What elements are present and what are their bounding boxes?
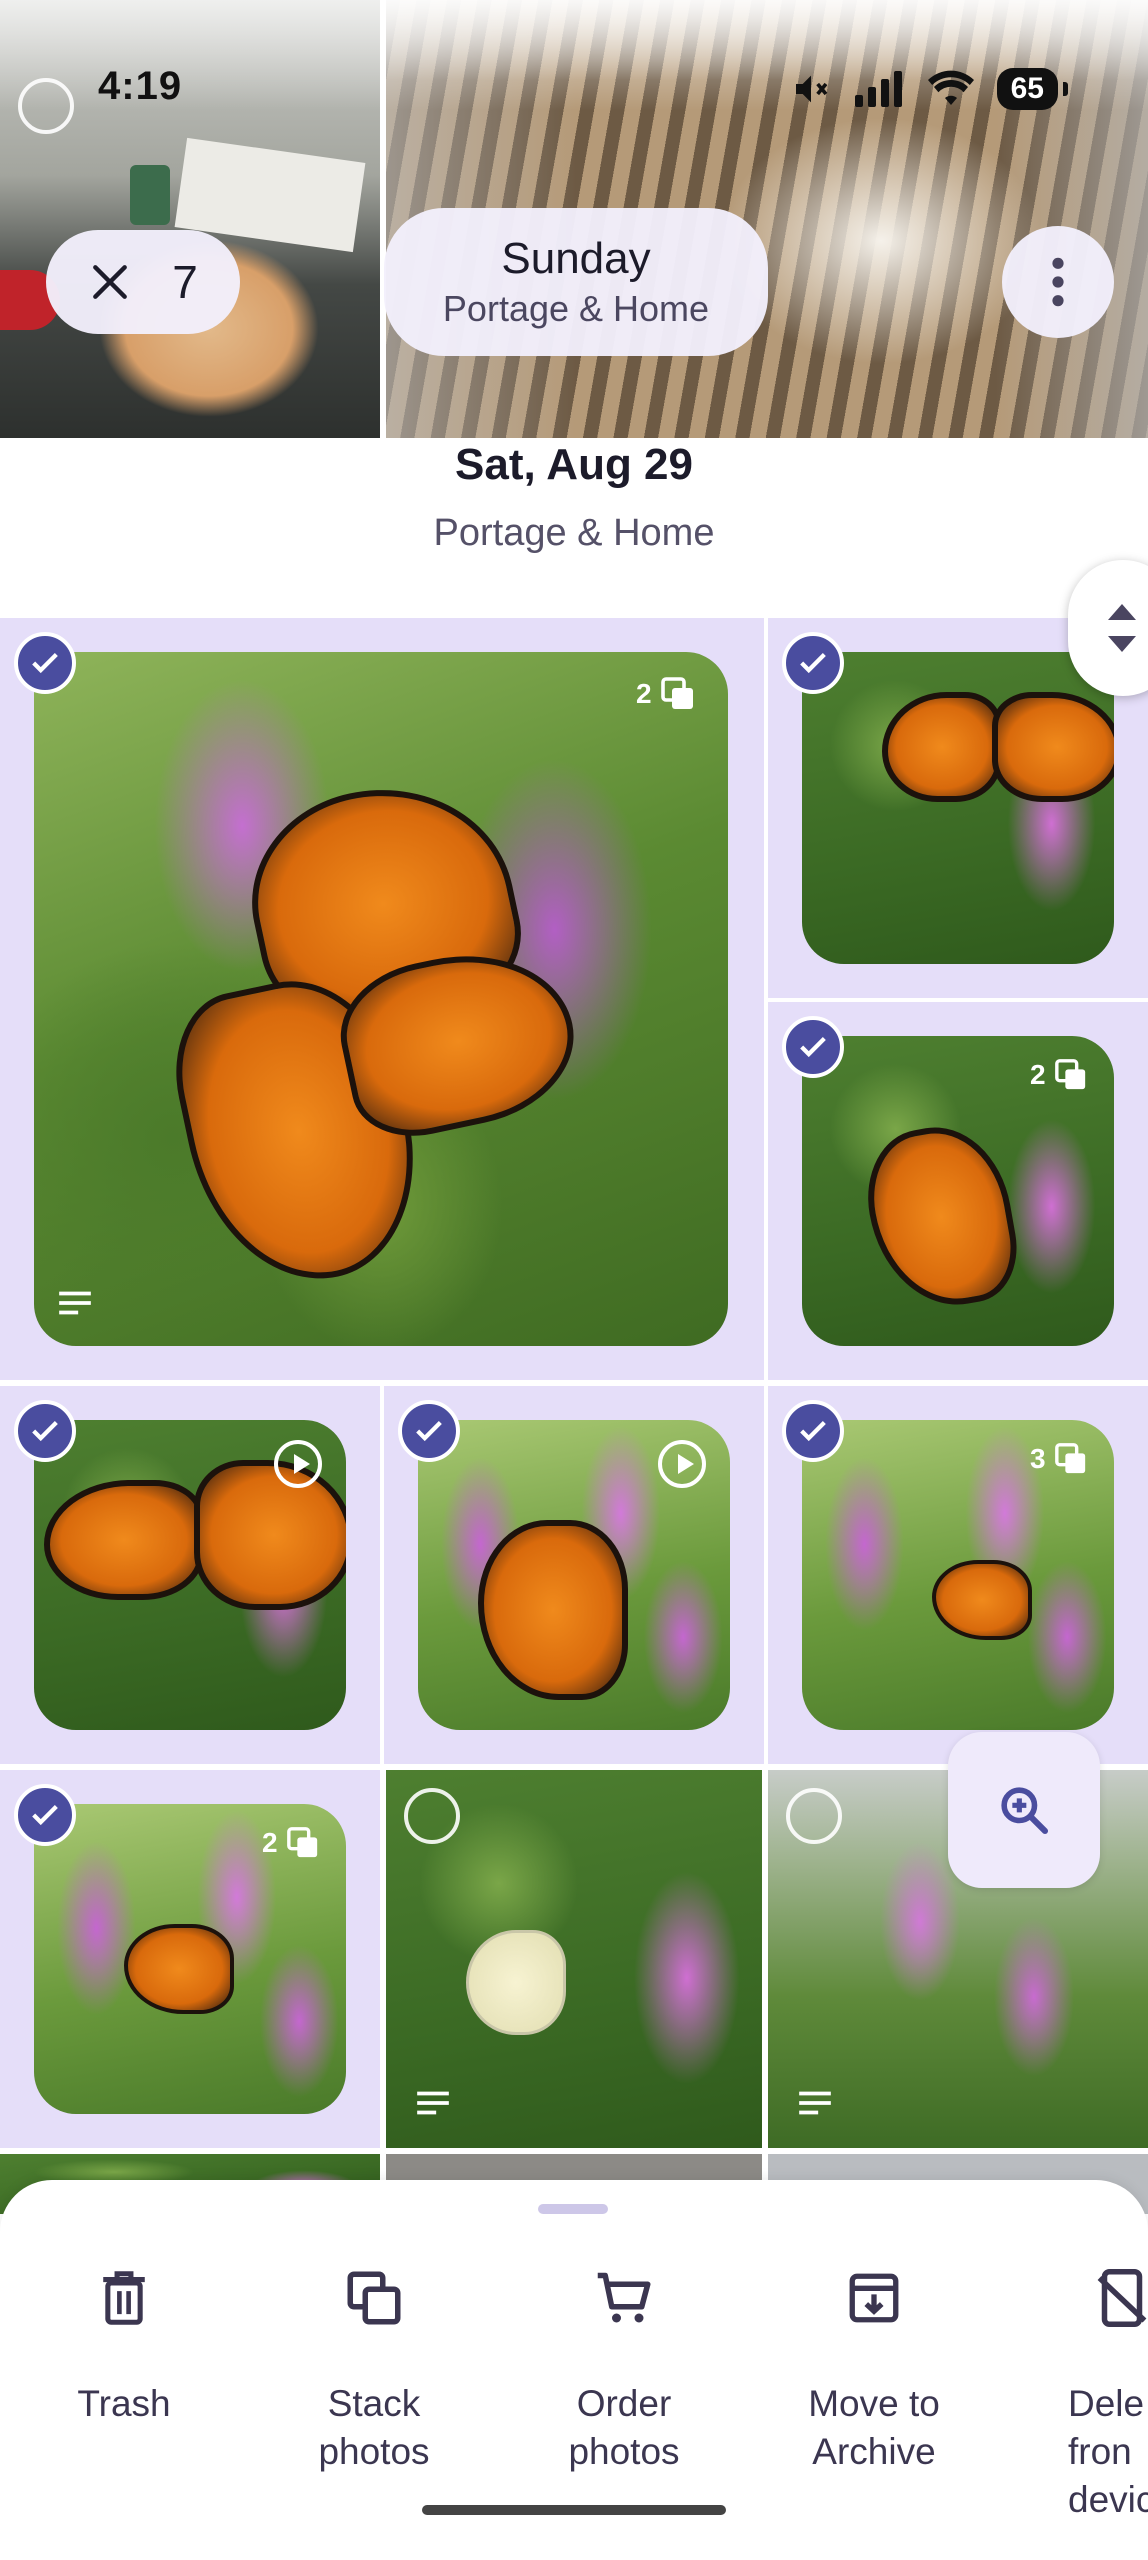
date-location: Portage & Home [433,512,715,554]
description-lines-icon [59,1291,91,1315]
more-options-button[interactable] [1002,226,1114,338]
check-icon [32,1804,58,1826]
battery-icon: 65 [996,68,1069,110]
motion-photo-icon [658,1440,706,1488]
selected-check[interactable] [14,632,76,694]
description-lines-icon [799,2091,831,2115]
photo-cell-row3-1[interactable] [0,1386,380,1764]
archive-label-2: Archive [812,2431,936,2472]
trash-icon [103,2271,145,2325]
signal-icon [854,71,902,107]
status-time: 4:19 [98,64,183,108]
day-title: Sunday [501,234,651,283]
photo-cell-row4-2[interactable] [386,1770,762,2148]
action-sheet: Trash Stack photos Order photos Move to … [0,2180,1148,2560]
check-icon [32,1420,58,1442]
wifi-icon [927,70,974,105]
photo-cell-row3-2[interactable] [384,1386,764,1764]
selected-check[interactable] [782,632,844,694]
trash-label: Trash [77,2383,171,2424]
stack-photos-action[interactable]: Stack photos [274,2260,474,2476]
select-circle[interactable] [786,1788,842,1844]
stack-icon [286,1827,317,1858]
status-icons: 65 [791,68,1069,110]
photo-monarch-large[interactable] [34,652,728,1346]
selected-count: 7 [172,256,198,308]
more-vert-icon [1052,257,1064,307]
order-label-1: Order [576,2383,672,2424]
order-photos-action[interactable]: Order photos [524,2260,724,2476]
scroll-arrows-icon [1108,604,1136,652]
delete-label-3: devic [1068,2479,1148,2520]
zoom-in-icon [1001,1787,1049,1835]
stack-badge: 2 [262,1826,320,1860]
archive-icon [849,2273,899,2323]
selected-check[interactable] [14,1784,76,1846]
photo-cell-r2[interactable]: 2 [768,1002,1148,1380]
delete-label-2: fron [1068,2431,1132,2472]
check-icon [800,652,826,674]
check-icon [800,1420,826,1442]
selected-check[interactable] [14,1400,76,1462]
cart-icon [597,2272,651,2323]
selected-check[interactable] [782,1016,844,1078]
stack-icon [1054,1443,1085,1474]
close-icon[interactable] [88,260,132,304]
zoom-button[interactable] [948,1732,1100,1888]
date-scrubber-pill[interactable]: Sunday Portage & Home [384,208,768,356]
mute-icon [795,75,828,103]
home-indicator[interactable] [422,2505,726,2515]
selection-pill[interactable]: 7 [46,230,240,334]
date-section-header: Sat, Aug 29 Portage & Home [0,440,1148,555]
date-title: Sat, Aug 29 [455,440,693,489]
fast-scroll-handle[interactable] [1068,560,1148,696]
check-icon [800,1036,826,1058]
day-subtitle: Portage & Home [442,288,710,329]
description-lines-icon [417,2091,449,2115]
archive-label-1: Move to [808,2383,940,2424]
stack-icon [1054,1059,1085,1090]
stack-label-2: photos [318,2431,430,2472]
photo-cell-large[interactable]: 2 [0,618,764,1380]
order-label-2: photos [568,2431,680,2472]
stack-label-1: Stack [327,2383,421,2424]
selected-check[interactable] [782,1400,844,1462]
sheet-drag-handle[interactable] [538,2204,608,2214]
delete-device-icon [1097,2269,1147,2327]
stack-photos-icon [347,2271,401,2325]
stack-icon [660,677,693,709]
delete-from-device-action[interactable]: Dele fron devic [1024,2260,1148,2524]
photo-cell-row3-3[interactable]: 3 [768,1386,1148,1764]
photo-cell-row4-1[interactable]: 2 [0,1770,380,2148]
motion-photo-icon [274,1440,322,1488]
check-icon [416,1420,442,1442]
photo-monarch-open[interactable] [802,652,1114,964]
stack-badge: 3 [1030,1442,1088,1476]
check-icon [32,652,58,674]
select-circle[interactable] [404,1788,460,1844]
stack-badge: 2 [1030,1058,1088,1092]
trash-action[interactable]: Trash [24,2260,224,2428]
archive-action[interactable]: Move to Archive [774,2260,974,2476]
stack-badge: 2 [636,676,696,712]
delete-label-1: Dele [1068,2383,1145,2424]
selected-check[interactable] [398,1400,460,1462]
